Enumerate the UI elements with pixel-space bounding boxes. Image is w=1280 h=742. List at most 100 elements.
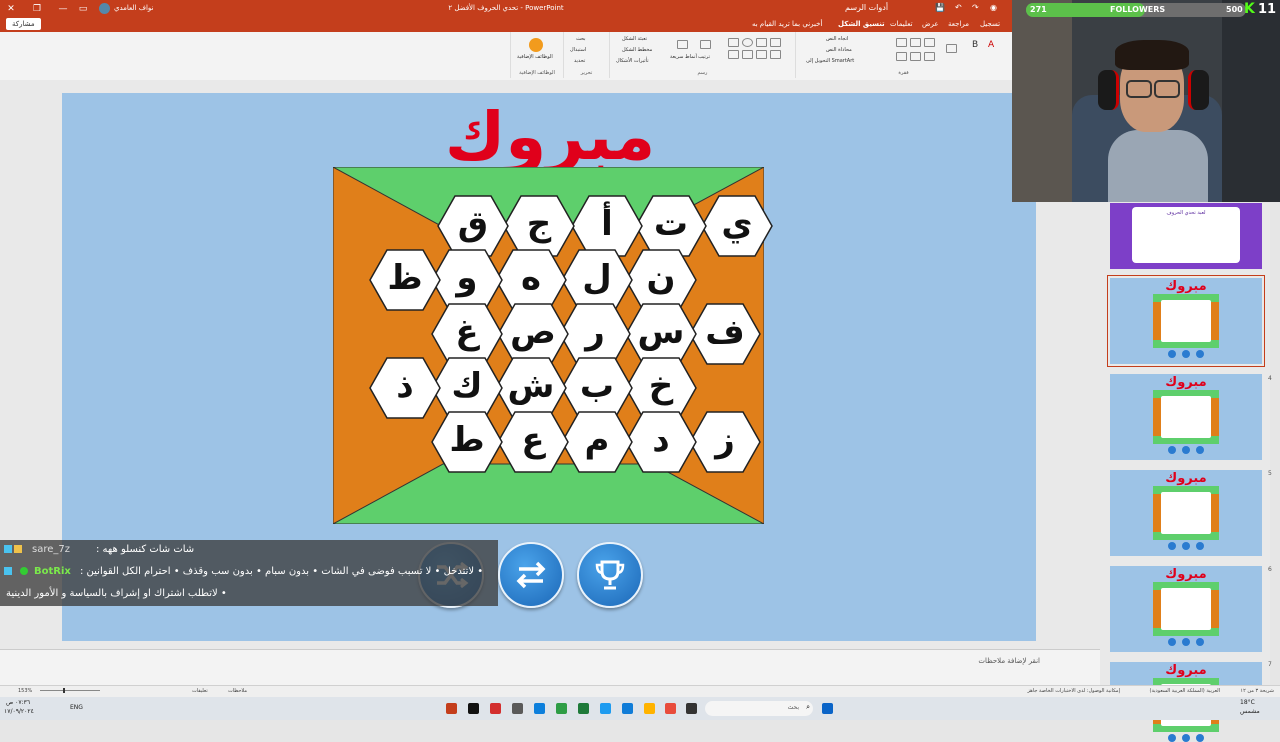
find-button[interactable]: بحث [576, 36, 586, 42]
slide-thumbnail[interactable]: مبروك [1107, 275, 1265, 367]
shape-star-icon[interactable] [742, 50, 753, 59]
autosave-icon[interactable]: ◉ [990, 3, 997, 12]
hex-cell[interactable]: ت [635, 195, 707, 257]
mail-icon[interactable] [622, 703, 633, 714]
numbering-icon[interactable] [910, 38, 921, 47]
slide-thumbnail[interactable]: مبروك [1110, 566, 1262, 652]
input-language[interactable]: ENG [70, 704, 83, 711]
app-icon[interactable] [665, 703, 676, 714]
shape-fill-button[interactable]: تعبئة الشكل [622, 36, 647, 42]
addins-label[interactable]: الوظائف الإضافية [517, 54, 553, 60]
undo-icon[interactable]: ↶ [955, 3, 962, 12]
chrome-icon[interactable] [556, 703, 567, 714]
comments-button[interactable]: تعليقات [192, 688, 208, 694]
shape-arrow-icon[interactable] [770, 38, 781, 47]
addins-icon[interactable] [529, 38, 543, 52]
zoom-slider[interactable] [40, 690, 100, 691]
shape-effects-button[interactable]: تأثيرات الأشكال [616, 58, 649, 64]
hex-cell[interactable]: ل [561, 249, 633, 311]
shape-oval-icon[interactable] [742, 38, 753, 47]
share-button[interactable]: مشاركة [6, 18, 41, 30]
app-icon[interactable] [512, 703, 523, 714]
edge-icon[interactable] [534, 703, 545, 714]
hex-cell[interactable]: ز [689, 411, 761, 473]
trophy-button[interactable] [577, 542, 643, 608]
hex-cell[interactable]: ش [495, 357, 567, 419]
zoom-slider-thumb[interactable] [63, 688, 65, 693]
slide-thumbnail[interactable]: مبروك [1110, 374, 1262, 460]
swap-button[interactable] [498, 542, 564, 608]
tab-record[interactable]: تسجيل [980, 20, 1000, 28]
text-direction-button[interactable]: اتجاه النص [826, 36, 848, 42]
quick-styles-button[interactable]: أنماط سريعة [670, 54, 697, 60]
font-size-icon[interactable] [946, 44, 957, 53]
select-button[interactable]: تحديد [574, 58, 585, 64]
quick-styles-icon[interactable] [677, 40, 688, 49]
replace-button[interactable]: استبدال [570, 47, 586, 53]
hex-cell[interactable]: أ [571, 195, 643, 257]
hex-cell[interactable]: م [561, 411, 633, 473]
arrange-icon[interactable] [700, 40, 711, 49]
powerpoint-icon[interactable] [446, 703, 457, 714]
slide-title[interactable]: مبروك [440, 98, 660, 176]
hex-cell[interactable]: ق [437, 195, 509, 257]
hex-cell[interactable]: ب [561, 357, 633, 419]
file-explorer-icon[interactable] [644, 703, 655, 714]
arrange-button[interactable]: ترتيب [698, 54, 710, 60]
hex-cell[interactable]: ذ [369, 357, 441, 419]
zoom-level[interactable]: 153% [18, 688, 32, 694]
taskview-icon[interactable] [686, 703, 697, 714]
hex-cell[interactable]: ظ [369, 249, 441, 311]
notes-pane[interactable]: انقر لإضافة ملاحظات [0, 649, 1100, 686]
language-indicator[interactable]: العربية (المملكة العربية السعودية) [1150, 688, 1220, 694]
shape-triangle-icon[interactable] [728, 50, 739, 59]
hex-cell[interactable]: ع [497, 411, 569, 473]
hex-cell[interactable]: ي [701, 195, 773, 257]
accessibility-status[interactable]: إمكانية الوصول: لدى الاختبارات الخاصة جا… [1027, 688, 1120, 694]
hex-cell[interactable]: و [431, 249, 503, 311]
hex-cell[interactable]: ر [559, 303, 631, 365]
save-icon[interactable]: 💾 [935, 3, 945, 12]
tab-tell-me[interactable]: أخبرني بما تريد القيام به [752, 20, 822, 28]
align-right-icon[interactable] [896, 52, 907, 61]
slide-thumbnail[interactable]: مبروك [1110, 470, 1262, 556]
slide-thumbnail[interactable]: مبروك [1110, 662, 1262, 742]
align-text-button[interactable]: محاذاة النص [826, 47, 852, 53]
shape-outline-button[interactable]: مخطط الشكل [622, 47, 652, 53]
align-left-icon[interactable] [924, 52, 935, 61]
hex-cell[interactable]: ك [431, 357, 503, 419]
bold-icon[interactable]: B [972, 40, 978, 50]
notes-button[interactable]: ملاحظات [228, 688, 247, 694]
hex-cell[interactable]: د [625, 411, 697, 473]
redo-icon[interactable]: ↷ [972, 3, 979, 12]
hex-cell[interactable]: ص [497, 303, 569, 365]
hex-cell[interactable]: ط [431, 411, 503, 473]
shape-line-icon[interactable] [756, 38, 767, 47]
start-icon[interactable] [822, 703, 833, 714]
tab-shape-format[interactable]: تنسيق الشكل [838, 20, 885, 28]
taskbar-search[interactable]: بحث ⌕ [705, 701, 813, 716]
shape-rectangle-icon[interactable] [728, 38, 739, 47]
hex-cell[interactable]: س [625, 303, 697, 365]
hex-cell[interactable]: ه [495, 249, 567, 311]
indent-icon[interactable] [924, 38, 935, 47]
weather-temp[interactable]: 18°C [1240, 699, 1255, 706]
hex-cell[interactable]: غ [431, 303, 503, 365]
font-color-icon[interactable]: A [988, 40, 994, 50]
hex-cell[interactable]: خ [625, 357, 697, 419]
app-icon[interactable] [600, 703, 611, 714]
clock-time[interactable]: ٠٧:٣٦ ص [6, 699, 30, 706]
shape-callout-icon[interactable] [756, 50, 767, 59]
thumbnail-slide-2[interactable]: لعبة تحدي الحروف [1110, 203, 1262, 269]
xbox-icon[interactable] [578, 703, 589, 714]
hex-cell[interactable]: ف [689, 303, 761, 365]
align-center-icon[interactable] [910, 52, 921, 61]
tab-view[interactable]: عرض [922, 20, 939, 28]
convert-smartart-button[interactable]: التحويل إلى SmartArt [806, 58, 854, 64]
tab-review[interactable]: مراجعة [948, 20, 969, 28]
hex-cell[interactable]: ج [503, 195, 575, 257]
shape-more-icon[interactable] [770, 50, 781, 59]
davinci-icon[interactable] [490, 703, 501, 714]
bullets-icon[interactable] [896, 38, 907, 47]
hex-cell[interactable]: ن [625, 249, 697, 311]
